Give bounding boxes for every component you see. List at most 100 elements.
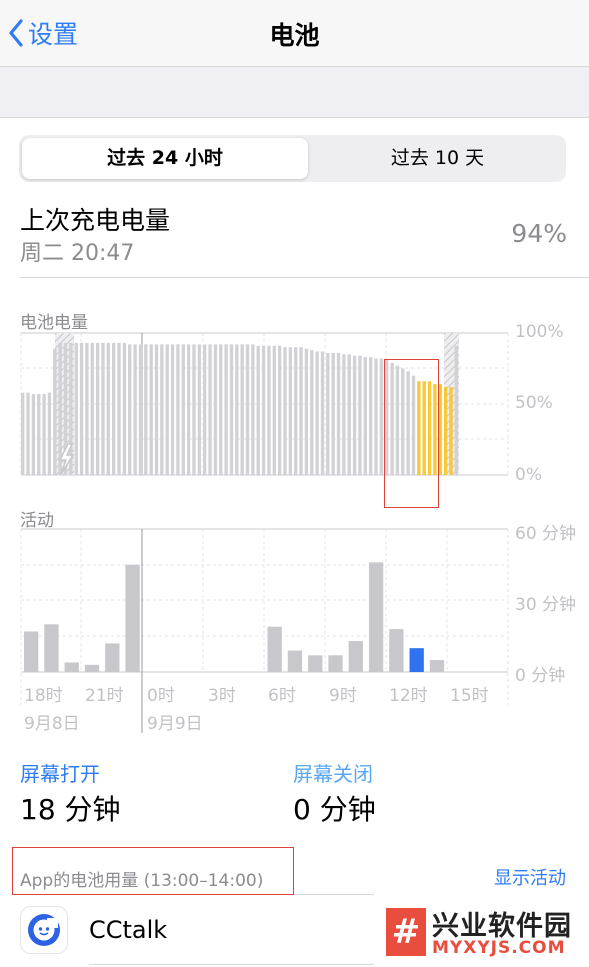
- watermark: # 兴业软件园 MYXYJS.COM: [384, 904, 589, 964]
- screen-on-value: 18 分钟: [20, 793, 121, 826]
- activity-bars[interactable]: [24, 562, 445, 672]
- battery-bar: [449, 386, 453, 475]
- highlight-box: [384, 359, 439, 508]
- battery-bar: [192, 344, 196, 475]
- activity-bar: [64, 662, 79, 672]
- battery-tick-100: 100%: [515, 322, 564, 342]
- activity-bar: [368, 562, 384, 672]
- battery-bar: [31, 394, 36, 475]
- activity-bar: [409, 648, 424, 672]
- divider: [89, 964, 374, 965]
- activity-bar: [84, 664, 100, 672]
- battery-bar: [224, 344, 228, 475]
- x-tick: 3时: [208, 686, 236, 706]
- battery-bar: [186, 344, 191, 475]
- battery-bar: [47, 392, 52, 475]
- date-label: 9月8日: [24, 714, 80, 734]
- date-label: 9月9日: [147, 714, 203, 734]
- x-tick: 18时: [24, 686, 63, 706]
- x-tick: 9时: [329, 686, 357, 706]
- battery-bar: [154, 344, 159, 475]
- battery-bar: [176, 344, 180, 475]
- battery-bar: [368, 357, 373, 475]
- battery-bar: [283, 347, 287, 475]
- battery-bar: [229, 344, 234, 475]
- activity-bar: [24, 631, 39, 672]
- activity-bar: [267, 626, 282, 672]
- x-tick: 12时: [389, 686, 428, 706]
- battery-bar: [85, 342, 89, 475]
- battery-bar: [331, 352, 335, 475]
- activity-bar: [429, 660, 445, 672]
- battery-bar: [326, 352, 330, 475]
- battery-bar: [203, 344, 207, 475]
- cctalk-app-icon: [20, 906, 68, 954]
- battery-bar: [267, 345, 271, 475]
- battery-bar: [347, 354, 351, 475]
- battery-bar: [112, 342, 116, 475]
- battery-bar: [74, 342, 78, 475]
- battery-tick-50: 50%: [515, 393, 553, 413]
- activity-bar: [308, 655, 323, 672]
- battery-bar: [374, 358, 378, 475]
- battery-bar: [277, 345, 282, 475]
- battery-bar: [443, 386, 448, 475]
- battery-bar: [79, 342, 84, 475]
- show-activity-button[interactable]: 显示活动: [494, 864, 566, 890]
- battery-bar: [160, 344, 164, 475]
- battery-bar: [90, 342, 94, 475]
- battery-bar: [58, 342, 62, 475]
- battery-tick-0: 0%: [515, 465, 542, 485]
- battery-bar: [197, 344, 202, 475]
- screen-off-value: 0 分钟: [293, 793, 376, 826]
- battery-bar: [299, 347, 303, 475]
- battery-bar: [106, 342, 111, 475]
- battery-bar: [261, 345, 266, 475]
- battery-bar: [454, 345, 458, 475]
- activity-bar: [389, 629, 404, 672]
- battery-bar: [294, 347, 298, 475]
- battery-bar: [235, 344, 239, 475]
- battery-bar: [95, 342, 100, 475]
- battery-bar: [144, 344, 148, 475]
- screen-off-label[interactable]: 屏幕关闭: [293, 758, 373, 787]
- activity-bar: [287, 650, 303, 672]
- battery-bar: [304, 348, 309, 475]
- x-tick: 21时: [85, 686, 124, 706]
- activity-tick-60: 60 分钟: [515, 524, 577, 544]
- battery-bar: [219, 344, 223, 475]
- highlight-box: [12, 847, 294, 895]
- activity-bar: [348, 641, 363, 672]
- battery-bar: [133, 344, 137, 475]
- battery-bar: [310, 350, 314, 475]
- battery-bar: [170, 344, 175, 475]
- battery-bar: [128, 344, 132, 475]
- x-tick: 15时: [450, 686, 489, 706]
- activity-bar: [328, 655, 343, 672]
- battery-bar: [245, 344, 250, 475]
- charts-canvas: [20, 332, 509, 733]
- battery-bar: [288, 347, 293, 475]
- battery-bar: [358, 355, 362, 475]
- battery-bar: [320, 351, 325, 475]
- battery-bar: [256, 345, 260, 475]
- battery-bar: [213, 344, 218, 475]
- battery-bar: [342, 354, 346, 475]
- battery-bar: [438, 384, 442, 475]
- watermark-domain: MYXYJS.COM: [432, 938, 566, 958]
- activity-tick-30: 30 分钟: [515, 595, 577, 615]
- screen-on-label[interactable]: 屏幕打开: [20, 758, 100, 787]
- battery-bar: [21, 392, 25, 475]
- x-tick: 0时: [147, 686, 175, 706]
- battery-bar: [138, 344, 143, 475]
- activity-bar: [125, 564, 140, 672]
- battery-bar: [352, 355, 357, 475]
- app-name[interactable]: CCtalk: [89, 916, 167, 944]
- battery-bar: [42, 394, 46, 475]
- battery-bar: [26, 392, 30, 475]
- battery-bar: [117, 342, 121, 475]
- battery-bar: [165, 344, 169, 475]
- battery-bar: [208, 344, 212, 475]
- activity-tick-0: 0 分钟: [515, 666, 566, 686]
- battery-bar: [251, 344, 255, 475]
